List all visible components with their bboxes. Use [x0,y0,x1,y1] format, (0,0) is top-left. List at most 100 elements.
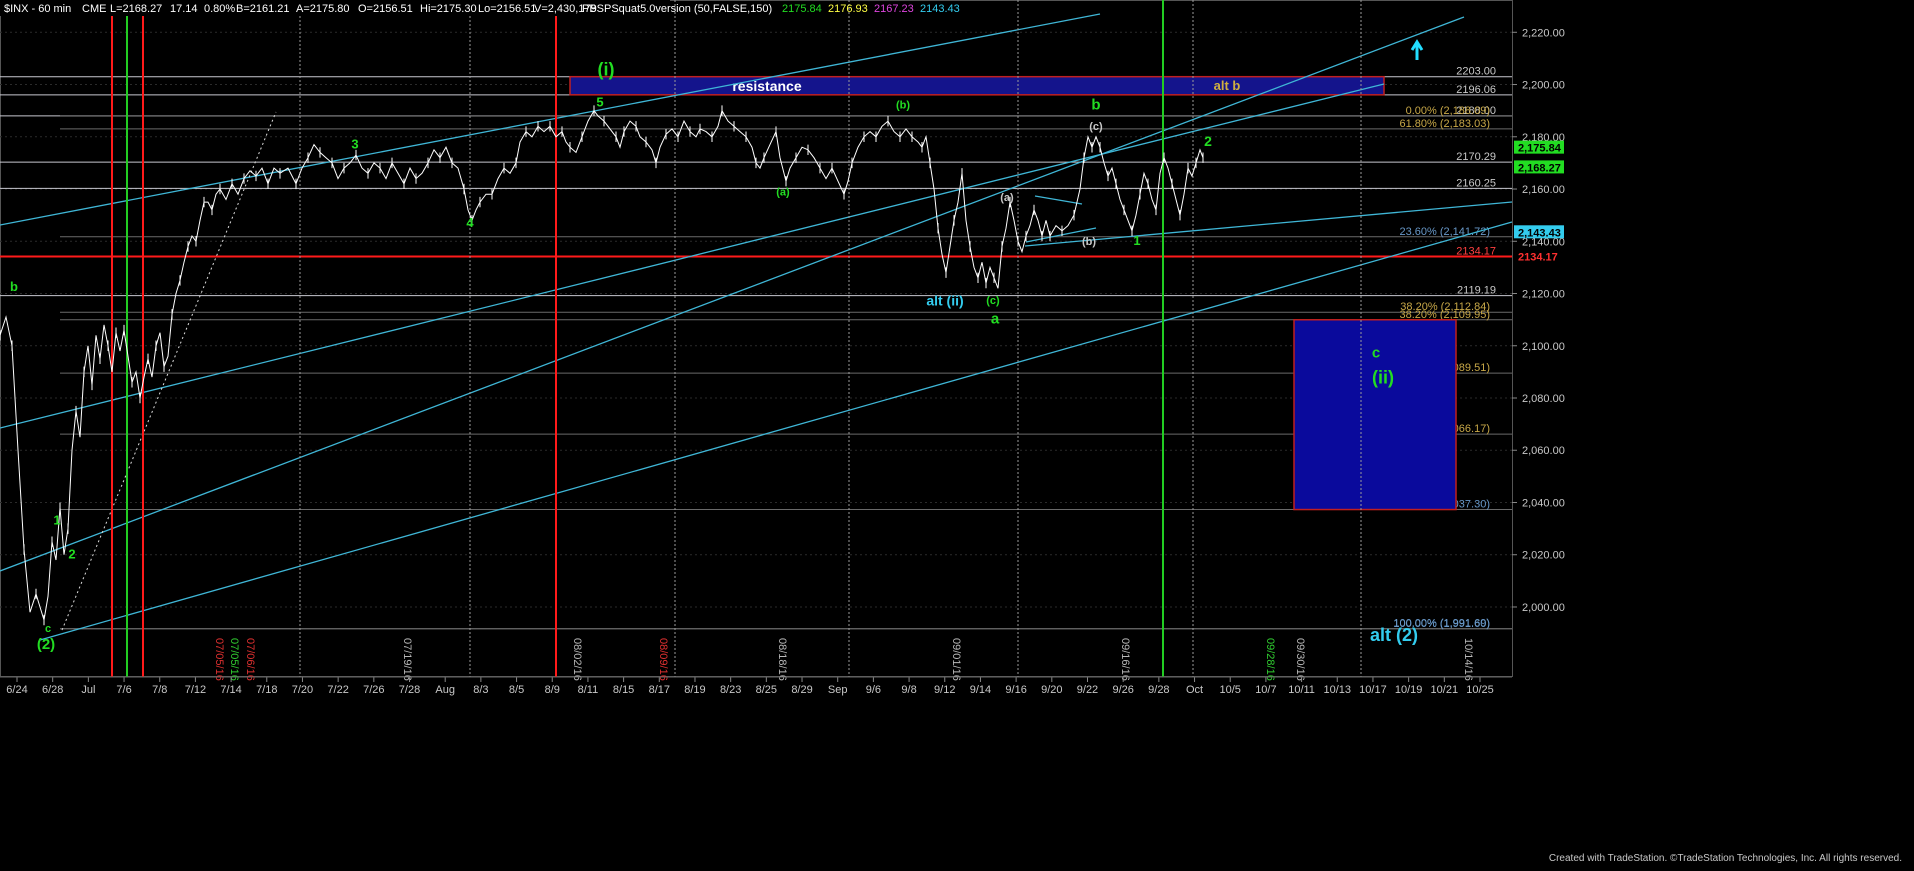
x-tick-label: 8/17 [649,684,670,696]
indicator-value: 2175.84 [782,3,822,15]
x-tick-label: 9/22 [1077,684,1098,696]
header-field: Hi=2175.30 [420,3,477,15]
wave-label: (b) [896,100,910,112]
price-chart: 2203.002196.062188.002170.292160.252134.… [0,0,1914,866]
x-tick-label: Jul [81,684,95,696]
wave-label: (i) [598,59,615,79]
wave-label: (c) [986,295,1000,307]
x-tick-label: 8/11 [578,684,599,696]
wave-label: 2 [68,547,75,562]
wave-label: (a) [776,187,790,199]
date-vline-label: 08/02/16 [571,638,583,681]
footer-copyright: Created with TradeStation. ©TradeStation… [1549,853,1902,864]
wave-label: 1 [1133,233,1140,248]
x-tick-label: 8/9 [545,684,560,696]
chart-area: 2203.00 2196.06 2188.00 2170.29 2160.25 2134.… [0,0,1914,866]
indicator-value: 2143.43 [920,3,960,15]
x-tick-label: 9/28 [1148,684,1169,696]
header-field: 17.14 [170,3,198,15]
header-field: 0.80% [204,3,235,15]
date-vline-label: 07/19/16 [401,638,413,681]
x-tick-label: 7/12 [185,684,206,696]
x-tick-label: 10/21 [1431,684,1459,696]
date-vline-label: 09/16/16 [1119,638,1131,681]
date-vline-label: 07/05/16 [213,638,225,681]
level-label: 2160.25 [1456,177,1496,189]
wave-label: (a) [1000,192,1014,204]
wave-label: (c) [1089,121,1103,133]
indicator-value: 2176.93 [828,3,868,15]
x-tick-label: 9/14 [970,684,991,696]
x-tick-label: 8/29 [791,684,812,696]
x-tick-label: 7/26 [363,684,384,696]
indicator-value: 2167.23 [874,3,914,15]
x-tick-label: Sep [828,684,848,696]
x-tick-label: 9/6 [866,684,881,696]
wave-label: b [1091,96,1100,113]
wave-label: c [45,623,51,635]
y-tick-label: 2,000.00 [1522,602,1565,614]
fib-label: 61.80% (2,183.03) [1399,118,1490,130]
price-badge-label: 2,168.27 [1518,162,1561,174]
header-field: B=2161.21 [236,3,290,15]
x-tick-label: 8/3 [473,684,488,696]
price-badge-label: 2,143.43 [1518,227,1561,239]
wave-label: 1 [53,513,60,528]
x-tick-label: 6/24 [6,684,27,696]
x-tick-label: 10/11 [1288,684,1315,696]
y-tick-label: 2,120.00 [1522,289,1565,301]
x-tick-label: 9/26 [1112,684,1133,696]
x-tick-label: 7/22 [327,684,348,696]
x-tick-label: 7/6 [116,684,131,696]
zone-label: resistance [732,78,801,94]
y-tick-label: 2,060.00 [1522,445,1565,457]
wave-label: 3 [351,137,358,152]
x-tick-label: 9/16 [1005,684,1026,696]
x-tick-label: 10/25 [1466,684,1494,696]
x-tick-label: 10/7 [1255,684,1276,696]
y-tick-label: 2,040.00 [1522,497,1565,509]
level-label: 2196.06 [1456,84,1496,96]
fib-label: 0.00% (2,188.09) [1406,105,1490,117]
date-vline-label: 08/18/16 [776,638,788,681]
x-tick-label: Aug [435,684,455,696]
level-label: 2170.29 [1456,151,1496,163]
y-tick-label: 2,080.00 [1522,393,1565,405]
header-field: CME [82,3,106,15]
y-tick-label: 2,020.00 [1522,550,1565,562]
wave-label: (ii) [1372,368,1394,388]
level-label: 2203.00 [1456,66,1496,78]
x-tick-label: 8/5 [509,684,524,696]
y-tick-label: 2,220.00 [1522,27,1565,39]
fib-label: 38.20% (2,109.95) [1399,309,1490,321]
wave-label: (b) [1082,236,1096,248]
header-field: O=2156.51 [358,3,413,15]
y-tick-label: 2,200.00 [1522,80,1565,92]
x-tick-label: 8/19 [684,684,705,696]
x-tick-label: 7/8 [152,684,167,696]
x-tick-label: 7/20 [292,684,313,696]
y-tick-label: 2,100.00 [1522,341,1565,353]
x-tick-label: 7/14 [220,684,241,696]
x-tick-label: 10/17 [1359,684,1387,696]
date-vline-label: 09/01/16 [950,638,962,681]
y-tick-label: 2,160.00 [1522,184,1565,196]
date-vline-label: 10/14/16 [1462,638,1474,681]
price-badge-label: 2,175.84 [1518,143,1562,155]
wave-label: alt (2) [1370,625,1418,645]
date-vline-label: 09/28/16 [1264,638,1276,681]
header-field: $INX - 60 min [4,3,71,15]
price-badge-label: 2134.17 [1518,251,1558,263]
wave-label: 5 [596,95,603,110]
x-tick-label: 9/20 [1041,684,1062,696]
x-tick-label: 9/8 [901,684,916,696]
level-label: 2119.19 [1457,285,1496,297]
x-tick-label: 6/28 [42,684,63,696]
x-tick-label: 7/28 [399,684,420,696]
wave-label: 2 [1204,133,1212,149]
header-field: Lo=2156.51 [478,3,536,15]
x-tick-label: 8/15 [613,684,634,696]
x-tick-label: 8/23 [720,684,741,696]
header-field: PBSPSquat5.0version (50,FALSE,150) [582,3,772,15]
x-tick-label: 10/19 [1395,684,1423,696]
